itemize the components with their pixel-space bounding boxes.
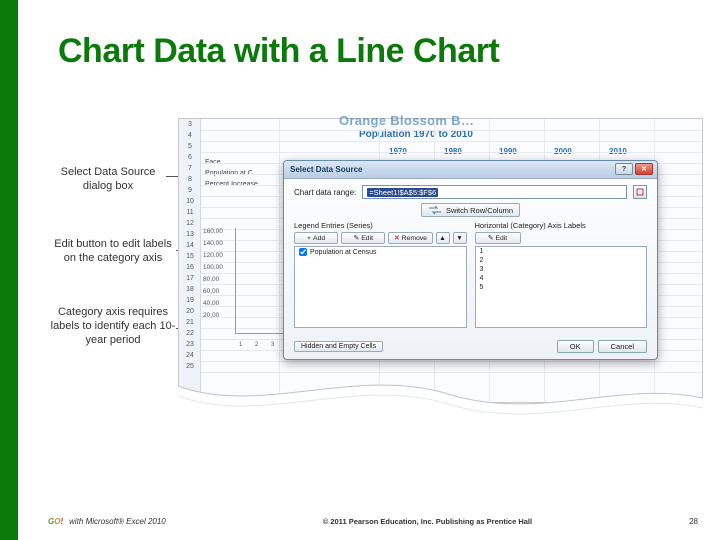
x-tick: 1 (239, 342, 242, 348)
axis-item[interactable]: 1 (476, 247, 647, 256)
row-number: 5 (179, 143, 201, 150)
move-down-button[interactable]: ▼ (453, 232, 467, 244)
row-number: 24 (179, 352, 201, 359)
callout-category-axis: Category axis requires labels to identif… (48, 306, 178, 347)
callout-select-data-source: Select Data Source dialog box (48, 166, 168, 194)
legend-entries-header: Legend Entries (Series) (294, 221, 467, 230)
dialog-title: Select Data Source (290, 165, 362, 174)
row-number: 18 (179, 286, 201, 293)
y-tick: 140,00 (203, 240, 223, 247)
page-number: 28 (689, 517, 698, 526)
row-number: 10 (179, 198, 201, 205)
cancel-button[interactable]: Cancel (598, 340, 647, 353)
go-logo: GO! (48, 517, 63, 526)
plus-icon: + (307, 235, 311, 242)
row-number: 4 (179, 132, 201, 139)
dialog-titlebar[interactable]: Select Data Source ? ✕ (284, 161, 657, 179)
y-tick: 120,00 (203, 252, 223, 259)
select-data-source-dialog: Select Data Source ? ✕ Chart data range:… (283, 160, 658, 360)
row-number: 11 (179, 209, 201, 216)
y-tick: 80,00 (203, 276, 219, 283)
row-number: 3 (179, 121, 201, 128)
add-series-button[interactable]: +Add (294, 232, 338, 244)
series-item[interactable]: Population at Census (295, 247, 466, 257)
remove-series-button[interactable]: ✕Remove (388, 232, 432, 244)
row-number: 14 (179, 242, 201, 249)
row-number: 16 (179, 264, 201, 271)
y-tick: 20,00 (203, 312, 219, 319)
chart-title-partial: Orange Blossom B… (339, 113, 474, 128)
x-tick: 3 (271, 342, 274, 348)
row-header-strip (179, 119, 201, 402)
row-number: 9 (179, 187, 201, 194)
row-number: 13 (179, 231, 201, 238)
page-tear (178, 376, 703, 422)
row-number: 22 (179, 330, 201, 337)
row-number: 6 (179, 154, 201, 161)
edit-series-button[interactable]: ✎Edit (341, 232, 385, 244)
row-number: 8 (179, 176, 201, 183)
switch-icon (428, 205, 442, 215)
slide-title: Chart Data with a Line Chart (58, 32, 499, 71)
series-listbox[interactable]: Population at Census (294, 246, 467, 328)
row-number: 17 (179, 275, 201, 282)
switch-row-column-button[interactable]: Switch Row/Column (421, 203, 520, 217)
help-button[interactable]: ? (615, 163, 633, 175)
row-number: 12 (179, 220, 201, 227)
range-value: =Sheet1!$A$5:$F$6 (367, 188, 438, 197)
axis-labels-header: Horizontal (Category) Axis Labels (475, 221, 648, 230)
pencil-icon: ✎ (488, 234, 494, 242)
axis-item[interactable]: 3 (476, 265, 647, 274)
row-number: 7 (179, 165, 201, 172)
x-icon: ✕ (394, 234, 400, 242)
y-tick: 40,00 (203, 300, 219, 307)
series-checkbox[interactable] (299, 248, 307, 256)
x-tick: 2 (255, 342, 258, 348)
pencil-icon: ✎ (354, 234, 360, 242)
axis-item[interactable]: 4 (476, 274, 647, 283)
y-tick: 60,00 (203, 288, 219, 295)
footer-product: with Microsoft® Excel 2010 (69, 517, 166, 526)
hidden-empty-cells-button[interactable]: Hidden and Empty Cells (294, 341, 383, 352)
footer-copyright: © 2011 Pearson Education, Inc. Publishin… (166, 517, 689, 526)
row-number: 19 (179, 297, 201, 304)
figure: Select Data Source dialog box Edit butto… (48, 118, 703, 453)
close-button[interactable]: ✕ (635, 163, 653, 175)
row-number: 15 (179, 253, 201, 260)
y-tick: 100,00 (203, 264, 223, 271)
move-up-button[interactable]: ▲ (436, 232, 450, 244)
range-label: Chart data range: (294, 188, 356, 197)
row-number: 21 (179, 319, 201, 326)
axis-item[interactable]: 5 (476, 283, 647, 292)
y-tick: 160,00 (203, 228, 223, 235)
axis-labels-listbox[interactable]: 1 2 3 4 5 (475, 246, 648, 328)
slide-footer: GO! with Microsoft® Excel 2010 © 2011 Pe… (48, 517, 698, 526)
ok-button[interactable]: OK (557, 340, 594, 353)
chart-data-range-input[interactable]: =Sheet1!$A$5:$F$6 (362, 185, 627, 199)
row-number: 23 (179, 341, 201, 348)
row-number: 20 (179, 308, 201, 315)
edit-axis-labels-button[interactable]: ✎Edit (475, 232, 521, 244)
range-picker-icon[interactable] (633, 185, 647, 199)
row-number: 25 (179, 363, 201, 370)
switch-label: Switch Row/Column (446, 206, 513, 215)
callout-edit-button: Edit button to edit labels on the catego… (48, 238, 178, 266)
axis-item[interactable]: 2 (476, 256, 647, 265)
